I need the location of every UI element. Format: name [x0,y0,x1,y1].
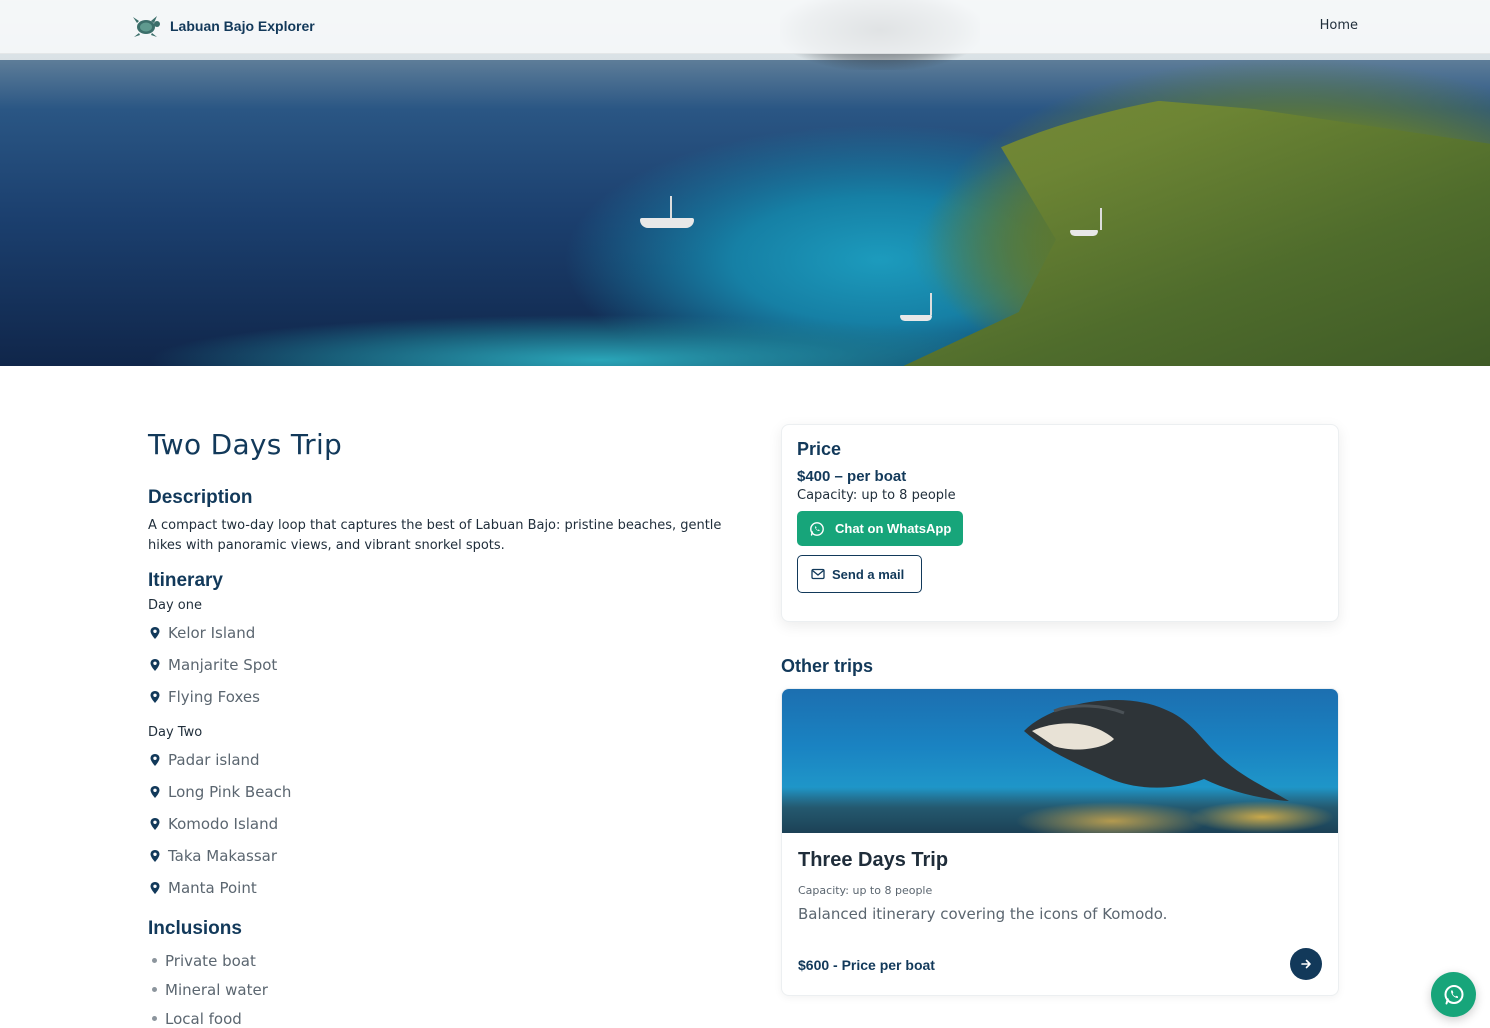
trip-card[interactable]: Three Days Trip Capacity: up to 8 people… [781,688,1339,996]
whatsapp-icon [809,521,825,537]
trip-card-image [782,689,1338,833]
price-value: $400 – per boat [797,468,907,485]
list-item: Flying Foxes [148,681,758,713]
stop-name: Manta Point [168,879,257,897]
other-trips-heading: Other trips [781,656,874,676]
trip-card-description: Balanced itinerary covering the icons of… [798,905,1168,923]
map-pin-icon [148,690,162,704]
inclusion-name: Local food [165,1009,242,1028]
brand-logo[interactable]: Labuan Bajo Explorer [130,10,315,42]
mail-icon [811,568,825,580]
bullet-icon [152,987,157,992]
map-pin-icon [148,849,162,863]
stop-list: Padar island Long Pink Beach Komodo Isla… [148,744,758,904]
hero-image [0,0,1490,366]
list-item: Local food [148,1004,758,1028]
hero-boat [900,293,932,321]
whatsapp-button[interactable]: Chat on WhatsApp [797,511,964,546]
list-item: Long Pink Beach [148,776,758,808]
list-item: Kelor Island [148,617,758,649]
list-item: Manjarite Spot [148,649,758,681]
send-mail-button[interactable]: Send a mail [797,555,922,593]
price-heading: Price [797,439,842,459]
arrow-right-icon [1300,958,1312,970]
description-section: Description A compact two-day loop that … [148,487,758,556]
stop-name: Padar island [168,751,260,769]
stop-name: Komodo Island [168,815,279,833]
description-heading: Description [148,487,253,508]
whatsapp-button-label: Chat on WhatsApp [835,521,952,536]
stop-list: Kelor Island Manjarite Spot Flying Foxes [148,617,758,713]
stop-name: Long Pink Beach [168,783,292,801]
inclusion-name: Mineral water [165,980,268,999]
list-item: Mineral water [148,975,758,1004]
itinerary-heading: Itinerary [148,570,223,591]
map-pin-icon [148,753,162,767]
map-pin-icon [148,626,162,640]
view-trip-button[interactable] [1290,948,1322,980]
map-pin-icon [148,817,162,831]
inclusions-section: Inclusions Private boat Mineral water Lo… [148,918,758,1028]
bullet-icon [152,1016,157,1021]
whatsapp-icon [1442,983,1466,1007]
trip-card-body: Three Days Trip Capacity: up to 8 people… [782,833,1338,939]
list-item: Manta Point [148,872,758,904]
floating-whatsapp-button[interactable] [1431,972,1476,1017]
capacity-text: Capacity: up to 8 people [797,488,956,503]
list-item: Taka Makassar [148,840,758,872]
stop-name: Manjarite Spot [168,656,278,674]
inclusions-list: Private boat Mineral water Local food [148,946,758,1028]
hero-boat [1070,208,1102,236]
inclusion-name: Private boat [165,951,256,970]
map-pin-icon [148,658,162,672]
list-item: Padar island [148,744,758,776]
sea-turtle-icon [130,10,162,42]
nav-link-home[interactable]: Home [1320,18,1358,33]
manta-ray-image [1024,700,1289,801]
bullet-icon [152,958,157,963]
trip-card-price: $600 - Price per boat [798,957,935,973]
map-pin-icon [148,785,162,799]
list-item: Private boat [148,946,758,975]
hero-boat [640,196,694,228]
brand-name: Labuan Bajo Explorer [170,18,315,34]
price-card: Price $400 – per boat Capacity: up to 8 … [781,424,1339,622]
page-title: Two Days Trip [148,428,343,461]
inclusions-heading: Inclusions [148,918,242,939]
day-label: Day Two [148,725,203,740]
stop-name: Taka Makassar [168,847,277,865]
itinerary-section: Itinerary Day one Kelor Island Manjarite… [148,570,758,904]
day-label: Day one [148,598,202,613]
map-pin-icon [148,881,162,895]
send-mail-label: Send a mail [832,566,905,582]
stop-name: Kelor Island [168,624,256,642]
navbar: Labuan Bajo Explorer Home [0,0,1490,54]
trip-card-capacity: Capacity: up to 8 people [798,884,933,897]
description-text: A compact two-day loop that captures the… [148,518,722,553]
stop-name: Flying Foxes [168,688,260,706]
trip-card-title[interactable]: Three Days Trip [798,849,1322,872]
trip-details: Two Days Trip Description A compact two-… [148,424,758,1028]
list-item: Komodo Island [148,808,758,840]
